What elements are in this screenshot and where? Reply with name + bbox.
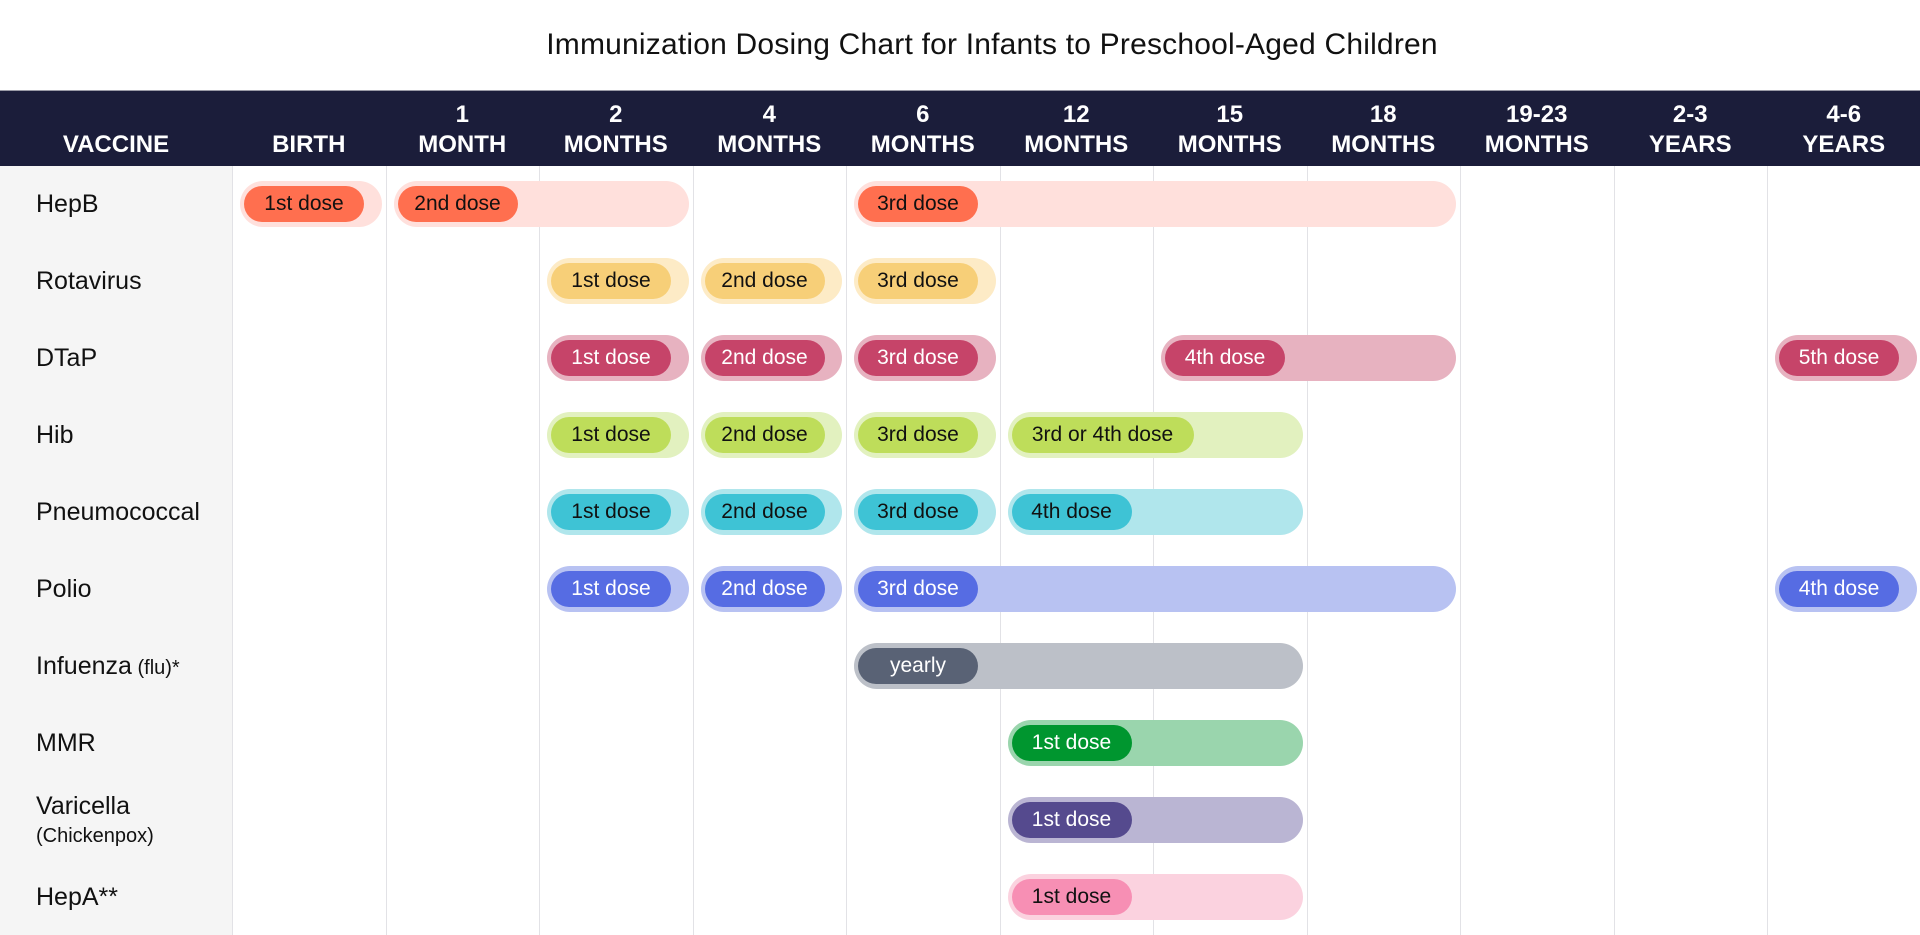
header-column-bottom: MONTHS	[870, 131, 975, 158]
vaccine-label: Pneumococcal	[36, 498, 200, 526]
vaccine-subtitle: (Chickenpox)	[36, 825, 154, 847]
vaccine-label: DTaP	[36, 344, 97, 372]
header-column-top: 18	[1369, 101, 1397, 128]
header-column-top: 6	[916, 101, 930, 128]
dose-pill: 1st dose	[551, 571, 671, 607]
vaccine-name: HepA**	[36, 883, 118, 911]
vaccine-name: Polio	[36, 575, 92, 603]
chart-title: Immunization Dosing Chart for Infants to…	[546, 28, 1438, 61]
vaccine-label: HepB	[36, 190, 99, 218]
vaccine-label: MMR	[36, 729, 96, 757]
dose-pill: 3rd dose	[858, 417, 978, 453]
header-column: 2-3 YEARS	[1614, 91, 1768, 166]
dose-pill: 2nd dose	[704, 340, 825, 376]
dose-pill: 1st dose	[1011, 802, 1132, 838]
column-divider	[999, 166, 1001, 935]
header-column-bottom: BIRTH	[272, 131, 346, 158]
vaccine-name: Rotavirus	[36, 267, 142, 295]
dose-pill: 1st dose	[551, 263, 671, 299]
header-column-top: 2	[609, 101, 623, 128]
header-column-bottom: MONTHS	[563, 131, 668, 158]
column-divider	[1460, 166, 1461, 935]
header-column-top: 12	[1062, 101, 1090, 128]
header-column-bottom: YEARS	[1648, 131, 1732, 158]
vaccine-name: MMR	[36, 729, 96, 757]
dose-pill: 3rd dose	[858, 186, 978, 222]
dose-pill: 2nd dose	[704, 494, 825, 530]
vaccine-label: Polio	[36, 575, 92, 603]
header-column: 15 MONTHS	[1153, 91, 1307, 166]
vaccine-name: Varicella	[36, 792, 131, 820]
dose-pill: 3rd or 4th dose	[1011, 417, 1194, 453]
dose-pill: 5th dose	[1779, 340, 1899, 376]
dose-pill: 1st dose	[551, 417, 671, 453]
header-vaccine-label: VACCINE	[62, 131, 170, 158]
header-column: 18 MONTHS	[1307, 91, 1461, 166]
dose-pill: 2nd dose	[704, 571, 825, 607]
dose-pill: 1st dose	[551, 340, 671, 376]
column-divider	[385, 166, 387, 935]
header-column-bottom: YEARS	[1802, 131, 1886, 158]
dose-pill: 1st dose	[551, 494, 671, 530]
dose-pill: 4th dose	[1779, 571, 1899, 607]
dose-pill: 1st dose	[1011, 725, 1132, 761]
vaccine-name: HepB	[36, 190, 99, 218]
header-column-bottom: MONTHS	[1484, 131, 1589, 158]
column-divider	[846, 166, 847, 935]
vaccine-note: (flu)*	[131, 657, 180, 679]
dose-pill: 2nd dose	[397, 186, 518, 222]
dose-pill: 2nd dose	[704, 417, 825, 453]
vaccine-name: Pneumococcal	[36, 498, 200, 526]
dose-pill: 3rd dose	[858, 494, 978, 530]
header-column-top: 4-6	[1826, 101, 1862, 128]
vaccine-label: Hib	[36, 421, 74, 449]
dose-pill: 4th dose	[1011, 494, 1132, 530]
header-column-top: 1	[455, 101, 469, 128]
header-column-top: 4	[762, 101, 776, 128]
header-column: BIRTH	[232, 91, 386, 166]
vaccine-label: Infuenza (flu)*	[36, 652, 180, 682]
header-column: 1 MONTH	[386, 91, 540, 166]
dose-pill: 3rd dose	[858, 263, 978, 299]
table-header: VACCINE BIRTH 1 MONTH 2 MONTHS 4 MONTHS 6 MONTHS…	[0, 90, 1920, 166]
dose-pill: yearly	[858, 648, 978, 684]
column-divider	[1613, 166, 1615, 935]
dose-pill: 4th dose	[1165, 340, 1285, 376]
header-column-top: 2-3	[1672, 101, 1708, 128]
header-column: 19-23 MONTHS	[1460, 91, 1614, 166]
column-divider	[1306, 166, 1308, 935]
header-column-bottom: MONTHS	[1024, 131, 1129, 158]
dose-pill: 3rd dose	[858, 571, 978, 607]
vaccine-name: Hib	[36, 421, 74, 449]
dose-pill: 3rd dose	[858, 340, 978, 376]
column-divider	[539, 166, 540, 935]
header-column-top: 19-23	[1506, 101, 1568, 128]
header-column: 4-6 YEARS	[1767, 91, 1920, 166]
dose-pill: 1st dose	[244, 186, 364, 222]
header-column-bottom: MONTHS	[1177, 131, 1282, 158]
header-column-top	[232, 100, 386, 130]
header-column: 6 MONTHS	[846, 91, 1000, 166]
column-divider	[232, 166, 233, 935]
header-column-bottom: MONTH	[418, 131, 507, 158]
vaccine-name: DTaP	[36, 344, 98, 372]
header-column: 4 MONTHS	[693, 91, 847, 166]
column-divider	[1767, 166, 1768, 935]
header-column-bottom: MONTHS	[1331, 131, 1436, 158]
header-column: 2 MONTHS	[539, 91, 693, 166]
dose-pill: 1st dose	[1011, 879, 1132, 915]
header-column: 12 MONTHS	[1000, 91, 1154, 166]
header-vaccine: VACCINE	[0, 91, 232, 166]
header-column-top: 15	[1216, 101, 1244, 128]
vaccine-label: Varicella (Chickenpox)	[36, 792, 154, 850]
dose-pill: 2nd dose	[704, 263, 825, 299]
vaccine-label: Rotavirus	[36, 267, 142, 295]
column-divider	[692, 166, 694, 935]
vaccine-label: HepA**	[36, 883, 118, 911]
header-column-bottom: MONTHS	[717, 131, 822, 158]
vaccine-name: Infuenza	[36, 652, 132, 680]
